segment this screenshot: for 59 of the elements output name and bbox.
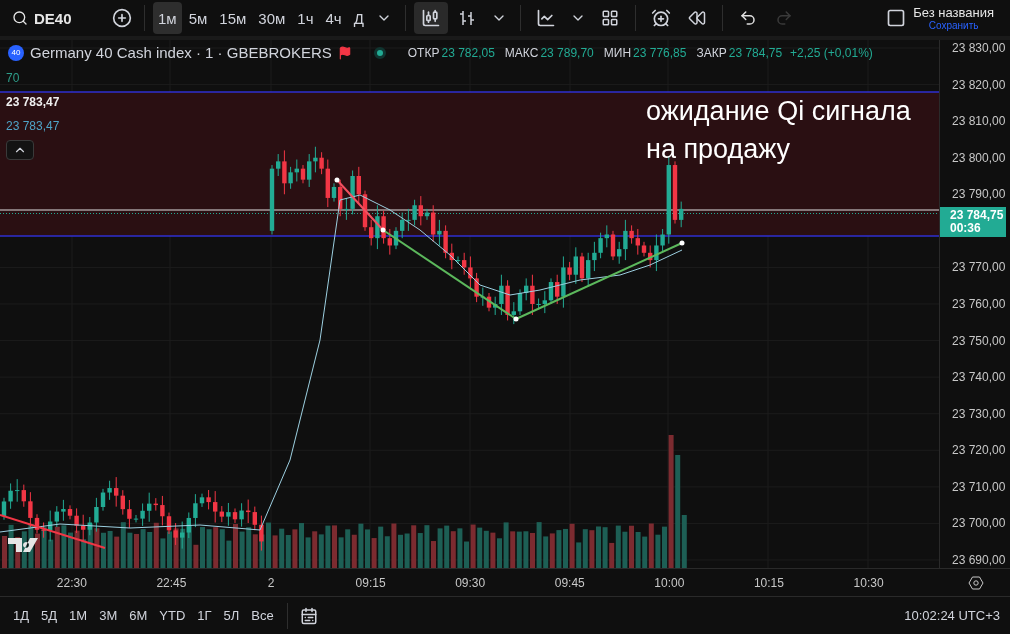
price-label: 23 730,00 [951,405,1007,422]
range-button[interactable]: 5Л [218,604,245,627]
symbol-badge: 40 [8,44,24,61]
price-label: 23 740,00 [951,369,1007,386]
price-label: 23 690,00 [951,551,1007,568]
time-label: 2 [266,575,276,590]
range-button[interactable]: YTD [154,604,191,627]
price-change: +2,25 (+0,01%) [790,45,873,60]
interval-button[interactable]: 1ч [292,2,319,34]
save-link[interactable]: Сохранить [928,20,979,31]
clock: 10:02:24 UTC+3 [904,608,1000,623]
price-label: 23 720,00 [951,442,1007,459]
range-button[interactable]: 1Г [192,604,217,627]
time-label: 22:30 [55,575,88,590]
time-label: 09:30 [454,575,487,590]
interval-button[interactable]: 1м [153,2,182,34]
range-button[interactable]: 5Д [36,604,63,627]
time-label: 22:45 [155,575,188,590]
range-button[interactable]: Все [246,604,279,627]
indicator-value: 23 783,47 [6,94,60,110]
range-button[interactable]: 1Д [8,604,35,627]
ohlc-label: ОТКР [407,45,440,60]
time-label: 10:00 [653,575,686,590]
ohlc-value: 23 784,75 [728,45,783,60]
price-label: 23 810,00 [951,113,1007,130]
ohlc-label: МАКС [504,45,539,60]
indicator-value: 23 783,47 [6,118,60,134]
price-label: 23 770,00 [951,259,1007,276]
indicator-value: 70 [6,70,20,86]
symbol-search[interactable]: DE40 [6,5,106,31]
ohlc-value: 23 789,70 [540,45,594,60]
price-label: 23 750,00 [951,332,1007,349]
time-label: 09:15 [354,575,387,590]
symbol-title: Germany 40 Cash index · 1 · GBEBROKERS [30,44,332,61]
time-label: 10:15 [752,575,785,590]
interval-button[interactable]: 4ч [320,2,347,34]
price-label: 23 820,00 [951,76,1007,93]
layout-title: Без названия [913,5,994,20]
range-button[interactable]: 6М [124,604,153,627]
ohlc-value: 23 782,05 [441,45,495,60]
interval-button[interactable]: 30м [253,2,291,34]
current-price-badge: 23 784,75 00:36 [940,206,1006,237]
price-label: 23 700,00 [951,515,1007,532]
range-button[interactable]: 1М [64,604,93,627]
range-button[interactable]: 3М [94,604,123,627]
interval-button[interactable]: 5м [183,2,213,34]
price-label: 23 830,00 [951,40,1007,56]
price-label: 23 800,00 [951,149,1007,166]
time-label: 10:30 [852,575,885,590]
interval-button[interactable]: Д [348,2,369,34]
price-label: 23 710,00 [951,478,1007,495]
ohlc-value: 23 776,85 [633,45,687,60]
annotation-text: ожидание Qi сигнала на продажу [646,95,911,166]
price-label: 23 790,00 [951,186,1007,203]
ohlc-label: МИН [603,45,632,60]
time-label: 09:45 [553,575,586,590]
interval-button[interactable]: 15м [214,2,252,34]
price-label: 23 760,00 [951,295,1007,312]
ohlc-label: ЗАКР [696,45,727,60]
